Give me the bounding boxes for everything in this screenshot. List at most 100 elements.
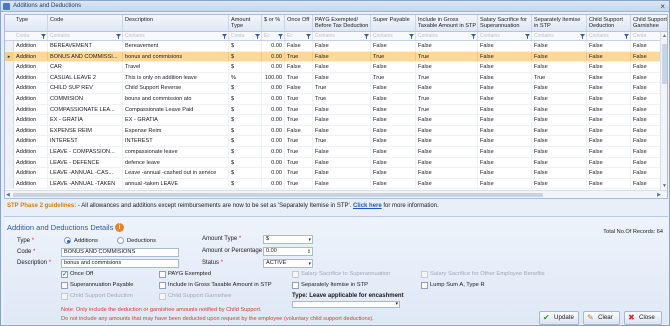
payg-exempted-checkbox[interactable] <box>159 271 166 278</box>
row-indicator[interactable] <box>5 168 14 178</box>
filter-funnel-icon[interactable] <box>525 34 530 39</box>
vertical-scroll-thumb[interactable] <box>662 44 667 84</box>
child-support-deduction-checkbox[interactable] <box>61 293 68 300</box>
table-row[interactable]: Addition CHILD SUP REV Child Support Rever… <box>5 83 667 94</box>
table-row[interactable]: Addition EXPENSE REIM Expense Reim $0.00 Fal… <box>5 125 667 137</box>
column-header-sep[interactable]: Separately Itemise in STP <box>532 15 587 31</box>
column-header-code[interactable]: Code <box>48 15 123 31</box>
table-row[interactable]: Addition CAR Travel $0.00 False False False Fal… <box>5 62 667 73</box>
vertical-scrollbar[interactable]: ▲ ▼ <box>660 32 667 190</box>
cell-gross: False <box>416 157 478 168</box>
chevron-down-icon[interactable]: ▾ <box>308 261 311 268</box>
filter-funnel-icon[interactable] <box>222 34 227 39</box>
super-payable-checkbox[interactable] <box>61 282 68 289</box>
table-row[interactable]: Addition COMPASSIONATE LEA... Compassionat… <box>5 104 667 116</box>
description-input[interactable]: bonus and commisions <box>61 259 179 268</box>
chevron-down-icon[interactable]: ▾ <box>308 237 311 244</box>
status-select[interactable]: ACTIVE ▾ <box>263 259 313 268</box>
filter-funnel-icon[interactable] <box>116 34 121 39</box>
row-indicator[interactable] <box>5 94 14 104</box>
column-header-payg[interactable]: PAYG Exempted/ Before Tax Deduction <box>313 15 371 31</box>
column-header-super[interactable]: Super Payable <box>371 15 416 31</box>
column-header-amount_type[interactable]: Amount Type <box>229 15 262 31</box>
table-row[interactable]: Addition LEAVE -ANNUAL -TAKEN annual -take… <box>5 178 667 190</box>
filter-salsac[interactable]: Contains <box>478 32 532 40</box>
column-header-once_off[interactable]: Once Off <box>285 15 313 31</box>
table-row[interactable]: Addition LEAVE -ANNUAL -CAS... Leave -annu… <box>5 168 667 179</box>
row-indicator[interactable] <box>5 115 14 125</box>
column-header-gross[interactable]: Include in Gross Taxable Amount in STP <box>416 15 478 31</box>
amount-type-select[interactable]: $ ▾ <box>263 235 313 244</box>
column-header-salsac[interactable]: Salary Sacrifice for Superannuation <box>478 15 532 31</box>
amount-value: 0.00 <box>266 248 277 254</box>
filter-funnel-icon[interactable] <box>364 34 369 39</box>
update-button[interactable]: ✔ Update <box>539 311 579 325</box>
cell-csd: False <box>587 62 631 72</box>
clear-button[interactable]: ✎ Clear <box>583 311 620 325</box>
once-off-checkbox[interactable] <box>61 270 68 278</box>
table-row[interactable]: Addition EX - GRATIA EX - GRATIA $0.00 True F… <box>5 115 667 126</box>
salary-sacrifice-super-checkbox[interactable] <box>292 271 299 278</box>
horizontal-scrollbar[interactable]: ◀ ▶ <box>5 190 667 198</box>
deductions-radio[interactable] <box>117 237 124 244</box>
row-indicator[interactable] <box>5 62 14 72</box>
leave-type-select[interactable]: ▾ <box>292 301 400 308</box>
close-button[interactable]: ✖ Close <box>624 311 662 325</box>
row-indicator[interactable] <box>5 41 14 51</box>
filter-funnel-icon[interactable] <box>409 34 414 39</box>
table-row[interactable]: Addition INTEREST INTEREST $0.00 True True Fal… <box>5 136 667 147</box>
cell-csd: False <box>587 136 631 146</box>
table-row[interactable]: Addition LEAVE - DEFENCE defence leave $0.0… <box>5 157 667 169</box>
row-indicator[interactable] <box>5 104 14 115</box>
scroll-down-icon[interactable]: ▼ <box>662 183 667 189</box>
filter-funnel-icon[interactable] <box>255 34 260 39</box>
close-window-icon[interactable]: × <box>660 2 665 11</box>
info-icon[interactable]: i <box>115 223 124 232</box>
table-row[interactable]: Addition LEAVE - COMPASSION... compassiona… <box>5 147 667 158</box>
filter-funnel-icon[interactable] <box>278 34 283 39</box>
column-header-amount[interactable]: $ or % <box>262 15 285 31</box>
horizontal-scroll-thumb[interactable] <box>13 193 543 197</box>
filter-code[interactable]: Contains <box>48 32 123 40</box>
table-row[interactable]: ▸ Addition BONUS AND COMMISSI... bonus and … <box>5 51 667 63</box>
lump-sum-checkbox[interactable] <box>421 282 428 289</box>
column-header-type[interactable]: Type <box>14 15 48 31</box>
additions-radio[interactable] <box>64 237 71 244</box>
filter-funnel-icon[interactable] <box>624 34 629 39</box>
code-input[interactable]: BONUS AND COMMISIONS <box>61 248 179 257</box>
row-indicator[interactable] <box>5 125 14 136</box>
row-indicator[interactable] <box>5 72 14 83</box>
row-indicator[interactable]: ▸ <box>5 51 14 62</box>
guideline-click-here-link[interactable]: Click here <box>353 203 382 209</box>
column-header-description[interactable]: Description <box>123 15 229 31</box>
table-row[interactable]: Addition COMMISION bouns and commission at… <box>5 94 667 105</box>
row-indicator[interactable] <box>5 136 14 146</box>
row-indicator[interactable] <box>5 178 14 189</box>
salary-sacrifice-other-checkbox[interactable] <box>421 271 428 278</box>
filter-funnel-icon[interactable] <box>306 34 311 39</box>
separately-itemise-checkbox[interactable] <box>292 282 299 289</box>
child-support-garnishee-checkbox[interactable] <box>159 293 166 300</box>
table-row[interactable]: Addition CASUAL LEAVE 2 This is only on ad… <box>5 72 667 84</box>
row-indicator[interactable] <box>5 83 14 93</box>
filter-sep[interactable]: Contains <box>532 32 587 40</box>
scroll-right-icon[interactable]: ▶ <box>657 192 661 198</box>
cell-code: INTEREST <box>48 136 123 146</box>
scroll-up-icon[interactable]: ▲ <box>662 33 667 39</box>
column-header-csd[interactable]: Child Support Deduction <box>587 15 631 31</box>
filter-gross[interactable]: Contains <box>416 32 478 40</box>
include-gross-checkbox[interactable] <box>159 282 166 289</box>
filter-funnel-icon[interactable] <box>41 34 46 39</box>
chevron-down-icon[interactable]: ▾ <box>395 301 398 308</box>
filter-payg[interactable]: Contains <box>313 32 371 40</box>
stepper-icon[interactable]: ⇕ <box>307 249 311 256</box>
filter-description[interactable]: Contains <box>123 32 229 40</box>
column-header-csg[interactable]: Child Support Garnishee <box>631 15 667 31</box>
row-indicator[interactable] <box>5 157 14 168</box>
row-indicator[interactable] <box>5 147 14 157</box>
filter-funnel-icon[interactable] <box>580 34 585 39</box>
amount-input[interactable]: 0.00 ⇕ <box>263 247 313 256</box>
scroll-left-icon[interactable]: ◀ <box>6 192 10 198</box>
table-row[interactable]: Addition BEREAVEMENT Bereavement $0.00 False… <box>5 41 667 52</box>
filter-funnel-icon[interactable] <box>471 34 476 39</box>
